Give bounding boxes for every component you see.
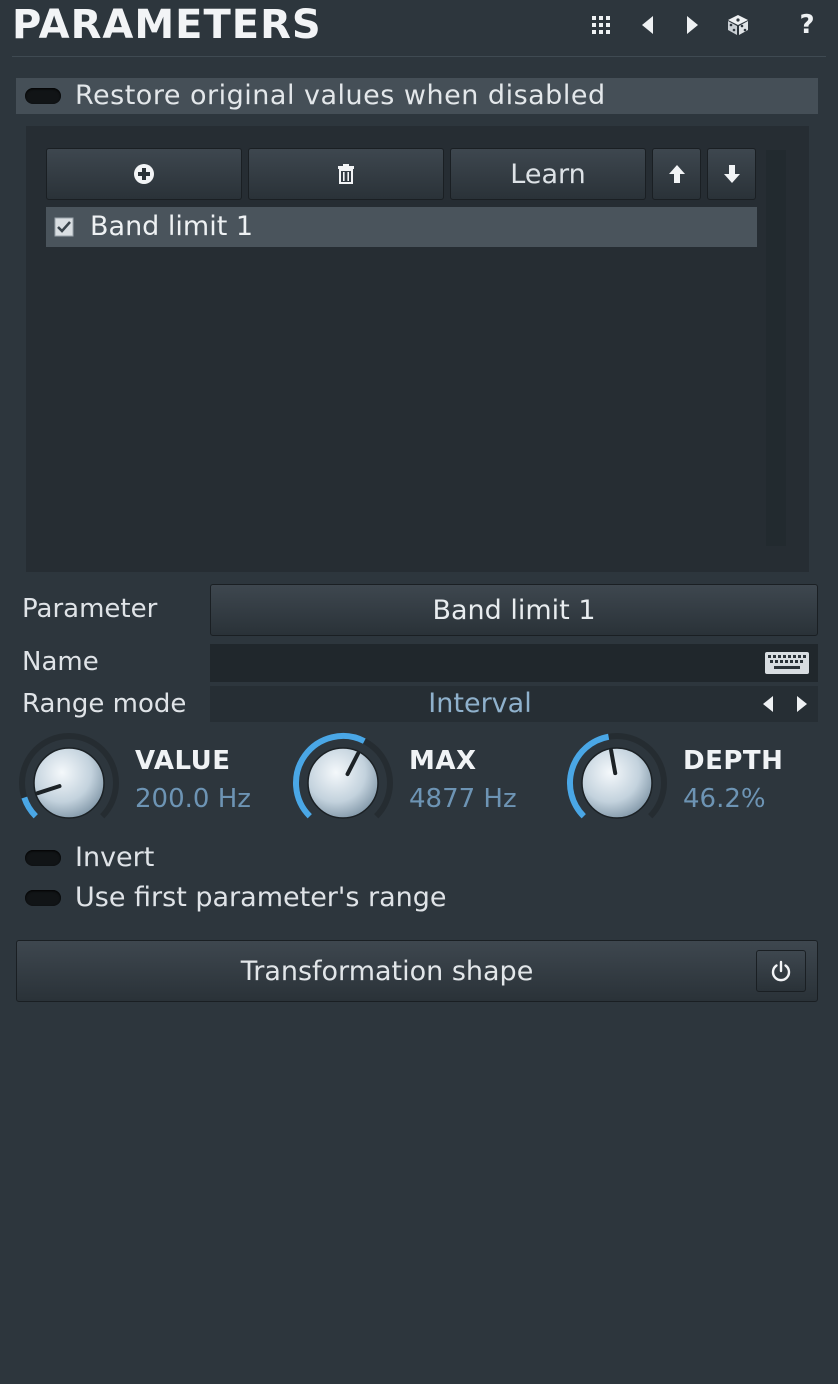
- name-label: Name: [22, 647, 99, 677]
- depth-knob[interactable]: [564, 730, 670, 836]
- help-icon[interactable]: ?: [793, 10, 821, 40]
- plus-circle-icon: [134, 164, 154, 184]
- range-mode-label: Range mode: [22, 689, 187, 719]
- parameter-select[interactable]: Band limit 1: [210, 584, 818, 636]
- range-next-icon[interactable]: [794, 694, 810, 718]
- first-range-toggle[interactable]: [25, 890, 61, 906]
- learn-label: Learn: [510, 158, 586, 190]
- list-item-label: Band limit 1: [90, 211, 254, 242]
- arrow-left-icon[interactable]: [634, 10, 662, 40]
- name-field[interactable]: [210, 644, 818, 682]
- delete-button[interactable]: [248, 148, 444, 200]
- transformation-shape-label: Transformation shape: [240, 955, 534, 987]
- keyboard-icon[interactable]: [764, 650, 810, 676]
- value-knob[interactable]: [16, 730, 122, 836]
- arrow-down-icon: [723, 165, 740, 183]
- trash-icon: [338, 164, 354, 184]
- invert-label: Invert: [75, 842, 155, 873]
- restore-label: Restore original values when disabled: [75, 80, 606, 111]
- max-knob[interactable]: [290, 730, 396, 836]
- add-button[interactable]: [46, 148, 242, 200]
- value-knob-title: VALUE: [135, 746, 231, 776]
- grid-icon[interactable]: [587, 10, 615, 40]
- knob-body: [33, 747, 105, 819]
- power-button[interactable]: [756, 950, 806, 992]
- learn-button[interactable]: Learn: [450, 148, 646, 200]
- invert-toggle[interactable]: [25, 850, 61, 866]
- list-scrollbar[interactable]: [766, 150, 786, 546]
- knob-level-arc: [21, 796, 38, 819]
- max-knob-value[interactable]: 4877 Hz: [409, 784, 517, 814]
- dice-icon[interactable]: [724, 10, 752, 40]
- parameter-value: Band limit 1: [432, 594, 596, 626]
- arrow-right-icon[interactable]: [678, 10, 706, 40]
- max-knob-title: MAX: [409, 746, 477, 776]
- page-title: PARAMETERS: [12, 2, 322, 48]
- header-divider: [12, 56, 826, 57]
- move-down-button[interactable]: [707, 148, 756, 200]
- depth-knob-value[interactable]: 46.2%: [683, 784, 766, 814]
- restore-toggle[interactable]: [25, 88, 61, 104]
- arrow-up-icon: [668, 165, 685, 183]
- range-prev-icon[interactable]: [760, 694, 776, 718]
- range-mode-value: Interval: [428, 688, 532, 719]
- depth-knob-title: DEPTH: [683, 746, 784, 776]
- first-range-label: Use first parameter's range: [75, 882, 447, 913]
- knob-body: [581, 747, 653, 819]
- checkbox-icon[interactable]: [54, 217, 74, 237]
- power-icon: [771, 960, 791, 982]
- move-up-button[interactable]: [652, 148, 701, 200]
- parameter-label: Parameter: [22, 594, 158, 624]
- transformation-shape-button[interactable]: Transformation shape: [16, 940, 818, 1002]
- knob-body: [307, 747, 379, 819]
- value-knob-value[interactable]: 200.0 Hz: [135, 784, 251, 814]
